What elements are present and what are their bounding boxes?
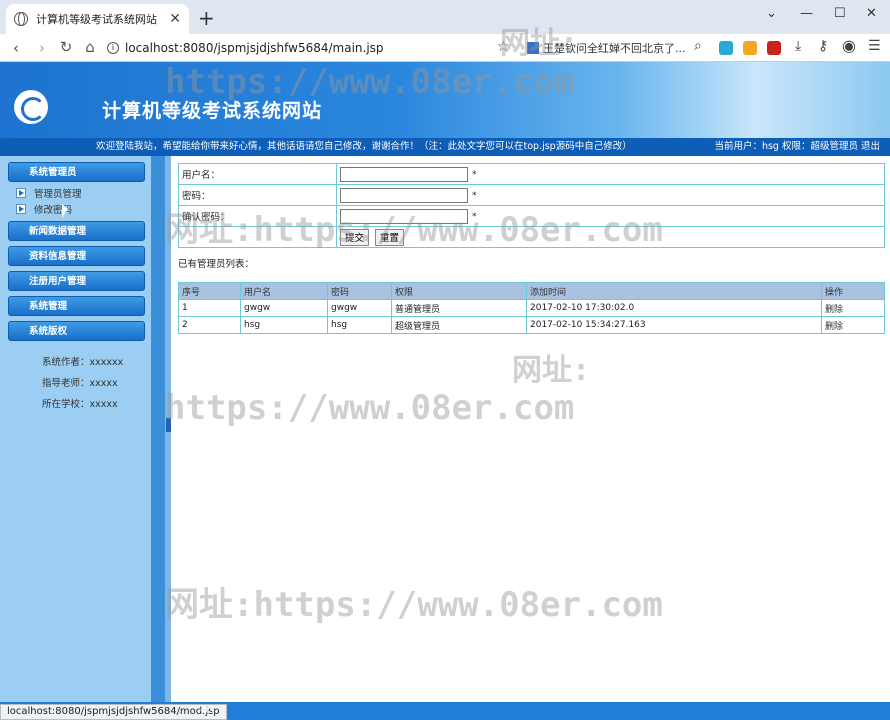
teacher-info: 指导老师：xxxxx bbox=[42, 378, 118, 389]
web-page: 计算机等级考试系统网站 欢迎登陆我站，希望能给你带来好心情，其他话语请您自己修改… bbox=[0, 62, 890, 720]
globe-icon bbox=[14, 12, 28, 26]
extension-icon-3[interactable] bbox=[767, 41, 781, 55]
download-icon[interactable]: ⤓ bbox=[795, 38, 801, 54]
delete-link[interactable]: 删除 bbox=[821, 299, 885, 317]
extension-icon-1[interactable] bbox=[719, 41, 733, 55]
admin-list-table: 序号 用户名 密码 权限 添加时间 操作 1 gwgw gwgw 普通管理员 2… bbox=[178, 282, 885, 334]
cell-password: hsg bbox=[327, 316, 392, 334]
browser-tab-bar: 计算机等级考试系统网站 ✕ + ⌄ — ☐ ✕ bbox=[0, 0, 890, 34]
table-header-row: 序号 用户名 密码 权限 添加时间 操作 bbox=[178, 282, 885, 300]
news-icon bbox=[527, 42, 539, 54]
column-header: 序号 bbox=[178, 282, 241, 300]
sidebar-item-admin-manage[interactable]: 管理员管理 bbox=[16, 186, 82, 200]
admin-form: 用户名： * 密码： * 确认密码： * 提交 重置 bbox=[178, 163, 885, 248]
sidebar-section-news[interactable]: 新闻数据管理 bbox=[8, 221, 145, 241]
info-icon[interactable]: i bbox=[107, 42, 119, 54]
footer-text: -03 bbox=[198, 705, 215, 716]
cell-added-time: 2017-02-10 17:30:02.0 bbox=[526, 299, 822, 317]
browser-tab[interactable]: 计算机等级考试系统网站 ✕ bbox=[6, 4, 189, 34]
column-header: 权限 bbox=[391, 282, 527, 300]
mouse-cursor-icon bbox=[62, 204, 68, 218]
welcome-text: 欢迎登陆我站，希望能给你带来好心情，其他话语请您自己修改，谢谢合作！（注：此处文… bbox=[96, 141, 632, 152]
close-window-icon[interactable]: ✕ bbox=[866, 6, 877, 21]
required-mark: * bbox=[472, 211, 477, 222]
cell-username: hsg bbox=[240, 316, 328, 334]
cell-password: gwgw bbox=[327, 299, 392, 317]
tab-title: 计算机等级考试系统网站 bbox=[36, 13, 157, 26]
confirm-password-label: 确认密码： bbox=[178, 205, 337, 227]
cell-role: 超级管理员 bbox=[391, 316, 527, 334]
cell-no: 2 bbox=[178, 316, 241, 334]
url-field[interactable]: i localhost:8080/jspmjsjdjshfw5684/main.… bbox=[107, 37, 517, 59]
sidebar-item-label: 管理员管理 bbox=[34, 189, 82, 200]
sidebar-section-materials[interactable]: 资料信息管理 bbox=[8, 246, 145, 266]
news-ticker[interactable]: 王楚钦问全红婵不回北京了... bbox=[527, 40, 687, 56]
username-input[interactable] bbox=[340, 166, 468, 182]
author-info: 系统作者：xxxxxx bbox=[42, 357, 124, 368]
search-icon[interactable]: ⌕ bbox=[694, 38, 702, 54]
reset-button[interactable]: 重置 bbox=[375, 228, 405, 246]
cell-no: 1 bbox=[178, 299, 241, 317]
address-bar: ‹ › ↻ ⌂ i localhost:8080/jspmjsjdjshfw56… bbox=[0, 34, 890, 62]
play-arrow-icon bbox=[16, 204, 26, 214]
new-tab-button[interactable]: + bbox=[198, 6, 215, 30]
minimize-icon[interactable]: — bbox=[800, 6, 813, 21]
sidebar-section-admin[interactable]: 系统管理员 bbox=[8, 162, 145, 182]
key-icon[interactable]: ⚷ bbox=[818, 38, 828, 54]
submit-button[interactable]: 提交 bbox=[340, 228, 370, 246]
forward-icon[interactable]: › bbox=[30, 39, 54, 57]
home-icon[interactable]: ⌂ bbox=[78, 38, 102, 56]
school-info: 所在学校：xxxxx bbox=[42, 399, 118, 410]
status-bar-url: localhost:8080/jspmjsjdjshfw5684/mod.jsp bbox=[0, 704, 227, 720]
tab-close-icon[interactable]: ✕ bbox=[169, 11, 181, 27]
column-header: 用户名 bbox=[240, 282, 328, 300]
confirm-password-input[interactable] bbox=[340, 208, 468, 224]
admin-list-caption: 已有管理员列表： bbox=[178, 259, 255, 270]
tab-list-icon[interactable]: ⌄ bbox=[766, 6, 777, 21]
sidebar-section-copyright[interactable]: 系统版权 bbox=[8, 321, 145, 341]
news-text: 王楚钦问全红婵不回北京了... bbox=[543, 42, 686, 55]
password-label: 密码： bbox=[178, 184, 337, 206]
site-header: 计算机等级考试系统网站 bbox=[0, 62, 890, 138]
reload-icon[interactable]: ↻ bbox=[54, 38, 78, 56]
username-label: 用户名： bbox=[178, 163, 337, 185]
maximize-icon[interactable]: ☐ bbox=[834, 6, 846, 21]
required-mark: * bbox=[472, 169, 477, 180]
column-header: 操作 bbox=[821, 282, 885, 300]
column-header: 密码 bbox=[327, 282, 392, 300]
required-mark: * bbox=[472, 190, 477, 201]
site-title: 计算机等级考试系统网站 bbox=[102, 100, 323, 122]
table-row: 1 gwgw gwgw 普通管理员 2017-02-10 17:30:02.0 … bbox=[178, 299, 885, 317]
extension-icon-2[interactable] bbox=[743, 41, 757, 55]
column-header: 添加时间 bbox=[526, 282, 822, 300]
main-content: 用户名： * 密码： * 确认密码： * 提交 重置 已有管理员列表： 序号 用… bbox=[171, 156, 890, 702]
sidebar-section-system[interactable]: 系统管理 bbox=[8, 296, 145, 316]
password-input[interactable] bbox=[340, 187, 468, 203]
site-logo-icon bbox=[14, 90, 48, 124]
profile-avatar-icon[interactable]: ◉ bbox=[842, 36, 856, 55]
welcome-bar: 欢迎登陆我站，希望能给你带来好心情，其他话语请您自己修改，谢谢合作！（注：此处文… bbox=[0, 138, 890, 156]
sidebar: 系统管理员 管理员管理 修改密码 新闻数据管理 资料信息管理 注册用户管理 系统… bbox=[0, 156, 153, 702]
url-text: localhost:8080/jspmjsjdjshfw5684/main.js… bbox=[125, 41, 384, 55]
current-user-info[interactable]: 当前用户：hsg 权限：超级管理员 退出 bbox=[714, 138, 880, 156]
bookmark-star-icon[interactable]: ☆ bbox=[497, 39, 510, 55]
delete-link[interactable]: 删除 bbox=[821, 316, 885, 334]
table-row: 2 hsg hsg 超级管理员 2017-02-10 15:34:27.163 … bbox=[178, 316, 885, 334]
cell-added-time: 2017-02-10 15:34:27.163 bbox=[526, 316, 822, 334]
cell-username: gwgw bbox=[240, 299, 328, 317]
back-icon[interactable]: ‹ bbox=[4, 39, 28, 57]
sidebar-section-users[interactable]: 注册用户管理 bbox=[8, 271, 145, 291]
play-arrow-icon bbox=[16, 188, 26, 198]
menu-icon[interactable]: ☰ bbox=[868, 38, 881, 54]
cell-role: 普通管理员 bbox=[391, 299, 527, 317]
